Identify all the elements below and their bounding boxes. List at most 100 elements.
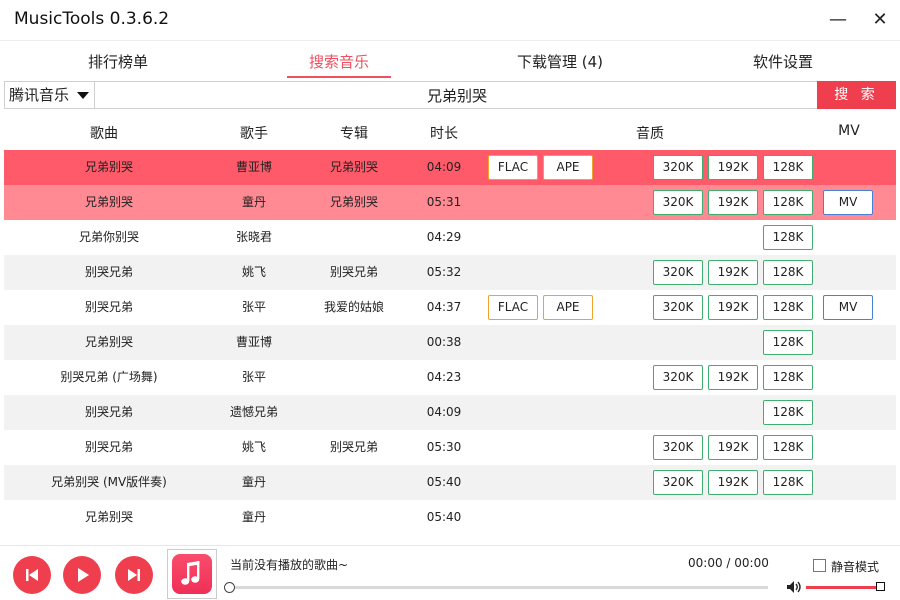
song-title: 兄弟别哭: [84, 335, 133, 349]
download-ape-button[interactable]: APE: [543, 155, 593, 180]
duration: 05:40: [426, 475, 462, 489]
download-320k-button[interactable]: 320K: [653, 260, 703, 285]
duration: 05:32: [426, 265, 462, 279]
song-title: 别哭兄弟: [84, 300, 133, 314]
table-row[interactable]: 兄弟别哭 曹亚博 00:38 128K: [4, 325, 896, 360]
download-192k-button[interactable]: 192K: [708, 260, 758, 285]
download-128k-button[interactable]: 128K: [763, 330, 813, 355]
tab-download-manager[interactable]: 下载管理 (4): [500, 41, 620, 79]
download-192k-button[interactable]: 192K: [708, 190, 758, 215]
mute-checkbox[interactable]: [813, 559, 826, 572]
download-128k-button[interactable]: 128K: [763, 260, 813, 285]
play-button[interactable]: [63, 556, 101, 594]
search-input[interactable]: [97, 82, 817, 108]
download-320k-button[interactable]: 320K: [653, 295, 703, 320]
mute-label: 静音模式: [831, 560, 880, 574]
duration: 04:37: [426, 300, 462, 314]
table-row[interactable]: 别哭兄弟 遗憾兄弟 04:09 128K: [4, 395, 896, 430]
table-row[interactable]: 兄弟你别哭 张晓君 04:29 128K: [4, 220, 896, 255]
tab-search-music[interactable]: 搜索音乐: [287, 41, 391, 79]
download-192k-button[interactable]: 192K: [708, 155, 758, 180]
table-row[interactable]: 别哭兄弟 姚飞 别哭兄弟 05:30 320K 192K 128K: [4, 430, 896, 465]
download-mv-button[interactable]: MV: [823, 190, 873, 215]
column-header-song: 歌曲: [90, 126, 118, 142]
table-row[interactable]: 别哭兄弟 张平 我爱的姑娘 04:37 FLAC APE 320K 192K 128K MV: [4, 290, 896, 325]
duration: 05:31: [426, 195, 462, 209]
title-bar: MusicTools 0.3.6.2 — ✕: [0, 0, 900, 40]
download-128k-button[interactable]: 128K: [763, 435, 813, 460]
active-tab-indicator: [287, 76, 391, 78]
caret-down-icon: [77, 92, 89, 99]
minimize-button[interactable]: —: [826, 8, 850, 32]
download-320k-button[interactable]: 320K: [653, 190, 703, 215]
results-table-header: 歌曲 歌手 专辑 时长 音质 MV: [4, 114, 896, 150]
skip-next-icon: [128, 569, 140, 581]
music-note-icon: [181, 561, 200, 585]
download-320k-button[interactable]: 320K: [653, 470, 703, 495]
volume-icon[interactable]: [786, 580, 802, 594]
album-name: 兄弟别哭: [329, 195, 378, 209]
download-flac-button[interactable]: FLAC: [488, 295, 538, 320]
music-source-select[interactable]: 腾讯音乐: [5, 82, 95, 108]
download-128k-button[interactable]: 128K: [763, 190, 813, 215]
previous-button[interactable]: [13, 556, 51, 594]
table-row[interactable]: 兄弟别哭 (MV版伴奏) 童丹 05:40 320K 192K 128K: [4, 465, 896, 500]
player-bar: 当前没有播放的歌曲~ 00:00 / 00:00 静音模式: [0, 545, 900, 600]
progress-bar[interactable]: [226, 586, 768, 589]
playback-time: 00:00 / 00:00: [688, 556, 769, 570]
tab-settings[interactable]: 软件设置: [733, 41, 833, 79]
download-192k-button[interactable]: 192K: [708, 295, 758, 320]
duration: 00:38: [426, 335, 462, 349]
artist-name: 姚飞: [241, 265, 266, 279]
artist-name: 童丹: [241, 510, 266, 524]
play-icon: [78, 568, 89, 582]
album-name: [304, 465, 404, 500]
download-192k-button[interactable]: 192K: [708, 470, 758, 495]
column-header-mv: MV: [838, 123, 860, 139]
download-128k-button[interactable]: 128K: [763, 365, 813, 390]
next-button[interactable]: [115, 556, 153, 594]
duration: 05:40: [426, 510, 462, 524]
album-cover: [167, 549, 217, 599]
download-ape-button[interactable]: APE: [543, 295, 593, 320]
duration: 04:29: [426, 230, 462, 244]
artist-name: 姚飞: [241, 440, 266, 454]
skip-previous-icon: [26, 569, 38, 581]
song-title: 别哭兄弟 (广场舞): [60, 370, 158, 384]
results-table-body: 兄弟别哭 曹亚博 兄弟别哭 04:09 FLAC APE 320K 192K 128K 兄弟别哭童…: [4, 150, 896, 535]
artist-name: 曹亚博: [235, 335, 272, 349]
download-128k-button[interactable]: 128K: [763, 400, 813, 425]
download-flac-button[interactable]: FLAC: [488, 155, 538, 180]
table-row[interactable]: 兄弟别哭 曹亚博 兄弟别哭 04:09 FLAC APE 320K 192K 128K: [4, 150, 896, 185]
album-name: [304, 325, 404, 360]
download-192k-button[interactable]: 192K: [708, 435, 758, 460]
progress-handle[interactable]: [224, 582, 235, 593]
table-row[interactable]: 别哭兄弟 姚飞 别哭兄弟 05:32 320K 192K 128K: [4, 255, 896, 290]
table-row[interactable]: 兄弟别哭 童丹 兄弟别哭 05:31 320K 192K 128K MV: [4, 185, 896, 220]
download-320k-button[interactable]: 320K: [653, 435, 703, 460]
search-button[interactable]: 搜 索: [817, 81, 896, 109]
download-128k-button[interactable]: 128K: [763, 295, 813, 320]
table-row[interactable]: 别哭兄弟 (广场舞) 张平 04:23 320K 192K 128K: [4, 360, 896, 395]
tab-charts[interactable]: 排行榜单: [68, 41, 168, 79]
download-320k-button[interactable]: 320K: [653, 365, 703, 390]
table-row[interactable]: 兄弟别哭 童丹 05:40: [4, 500, 896, 535]
volume-slider[interactable]: [806, 586, 878, 589]
album-name: [304, 360, 404, 395]
song-title: 兄弟别哭: [84, 195, 133, 209]
close-button[interactable]: ✕: [868, 8, 892, 32]
download-320k-button[interactable]: 320K: [653, 155, 703, 180]
duration: 04:09: [426, 405, 462, 419]
album-name: 我爱的姑娘: [323, 300, 384, 314]
download-128k-button[interactable]: 128K: [763, 225, 813, 250]
album-name: [304, 500, 404, 535]
volume-handle[interactable]: [876, 582, 885, 591]
download-mv-button[interactable]: MV: [823, 295, 873, 320]
download-128k-button[interactable]: 128K: [763, 470, 813, 495]
download-192k-button[interactable]: 192K: [708, 365, 758, 390]
song-title: 别哭兄弟: [84, 440, 133, 454]
artist-name: 张平: [241, 370, 266, 384]
duration: 04:23: [426, 370, 462, 384]
download-128k-button[interactable]: 128K: [763, 155, 813, 180]
artist-name: 张晓君: [235, 230, 272, 244]
